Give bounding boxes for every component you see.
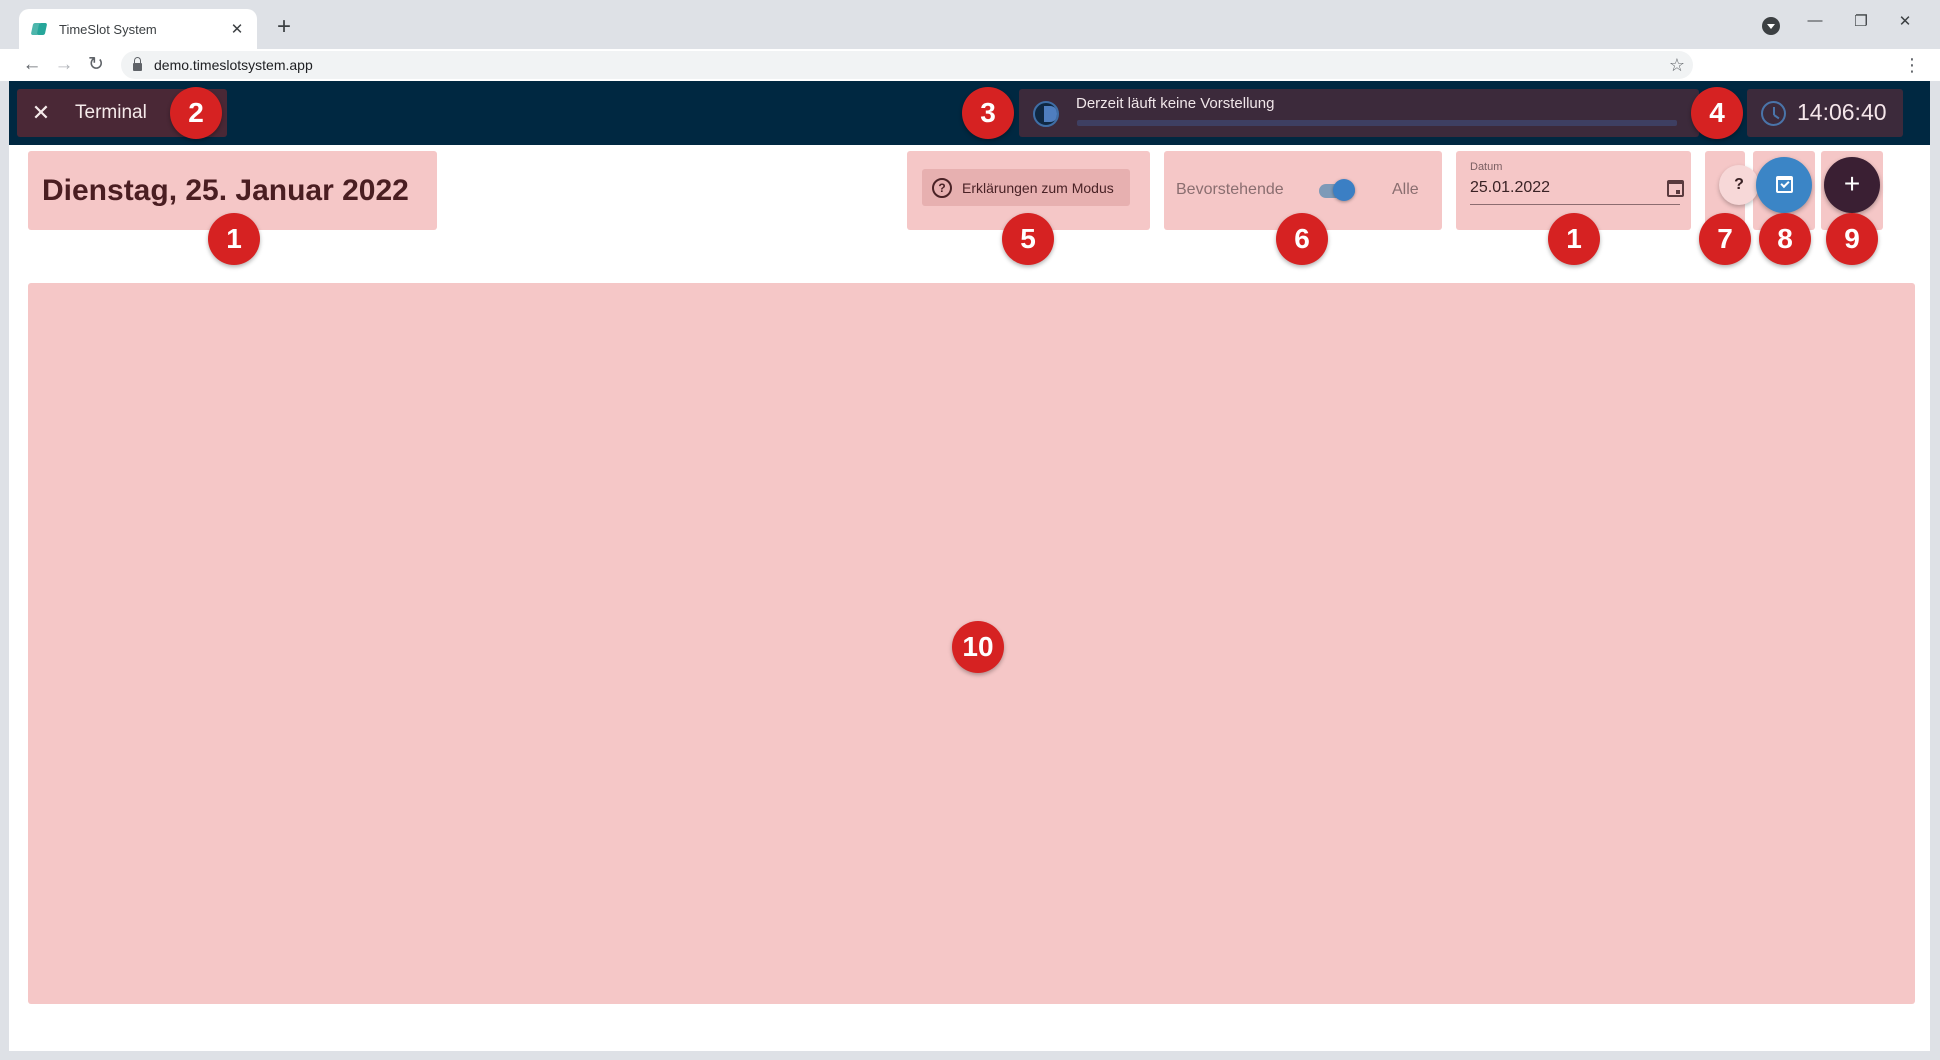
restore-icon[interactable]: ❐: [1846, 12, 1876, 30]
url-text: demo.timeslotsystem.app: [154, 57, 313, 73]
lock-icon: [133, 57, 142, 71]
timeslot-logo-icon: [30, 21, 48, 37]
help-button[interactable]: ?: [1719, 165, 1759, 205]
terminal-label: Terminal: [75, 102, 147, 123]
close-tab-icon[interactable]: ✕: [229, 20, 245, 38]
reload-icon[interactable]: ↻: [84, 53, 108, 77]
mode-explanation-label: Erklärungen zum Modus: [962, 179, 1114, 196]
app-page: ✕ Terminal Derzeit läuft keine Vorstellu…: [9, 81, 1930, 1051]
show-status-text: Derzeit läuft keine Vorstellung: [1076, 95, 1275, 112]
browser-tab-bar: TimeSlot System ✕ + — ❐ ✕: [0, 0, 1940, 49]
browser-toolbar: ← → ↻ demo.timeslotsystem.app ☆ ⋮: [0, 49, 1940, 81]
annotation-badge: 3: [962, 87, 1014, 139]
date-field-underline: [1470, 204, 1680, 205]
page-title: Dienstag, 25. Januar 2022: [42, 173, 409, 207]
moon-icon: [1033, 101, 1059, 127]
new-tab-button[interactable]: +: [270, 14, 298, 42]
date-field-label: Datum: [1470, 161, 1503, 173]
date-field[interactable]: 25.01.2022: [1470, 179, 1550, 197]
help-circle-icon: ?: [932, 177, 952, 198]
add-button[interactable]: +: [1824, 157, 1880, 213]
clock-time: 14:06:40: [1797, 99, 1887, 125]
browser-tab-title: TimeSlot System: [59, 21, 157, 37]
calendar-button[interactable]: [1756, 157, 1812, 213]
toggle-left-label: Bevorstehende: [1176, 181, 1284, 198]
address-bar[interactable]: demo.timeslotsystem.app ☆: [121, 51, 1693, 79]
calendar-check-icon: [1776, 176, 1793, 193]
mode-explanation-button[interactable]: ? Erklärungen zum Modus: [922, 169, 1130, 206]
filter-toggle-switch[interactable]: [1333, 179, 1355, 201]
show-status-panel: Derzeit läuft keine Vorstellung: [1019, 89, 1699, 137]
forward-icon[interactable]: →: [52, 53, 76, 77]
window-close-icon[interactable]: ✕: [1890, 12, 1920, 30]
annotation-badge: 5: [1002, 213, 1054, 265]
annotation-badge: 7: [1699, 213, 1751, 265]
annotation-badge: 1: [208, 213, 260, 265]
bookmark-star-icon[interactable]: ☆: [1669, 55, 1685, 76]
back-icon[interactable]: ←: [20, 53, 44, 77]
annotation-badge: 10: [952, 621, 1004, 673]
close-icon[interactable]: ✕: [17, 100, 65, 126]
calendar-icon[interactable]: [1667, 180, 1684, 197]
annotation-badge: 6: [1276, 213, 1328, 265]
annotation-badge: 1: [1548, 213, 1600, 265]
browser-menu-icon[interactable]: ⋮: [1900, 53, 1924, 77]
toggle-right-label: Alle: [1392, 181, 1419, 198]
profile-dropdown-icon[interactable]: [1762, 17, 1780, 35]
show-progress-bar: [1077, 120, 1677, 126]
clock-icon: [1761, 101, 1786, 126]
annotation-badge: 4: [1691, 87, 1743, 139]
annotation-badge: 9: [1826, 213, 1878, 265]
annotation-badge: 8: [1759, 213, 1811, 265]
minimize-icon[interactable]: —: [1800, 12, 1830, 29]
annotation-badge: 2: [170, 87, 222, 139]
clock-panel: 14:06:40: [1747, 89, 1903, 137]
browser-tab[interactable]: TimeSlot System ✕: [19, 9, 257, 49]
